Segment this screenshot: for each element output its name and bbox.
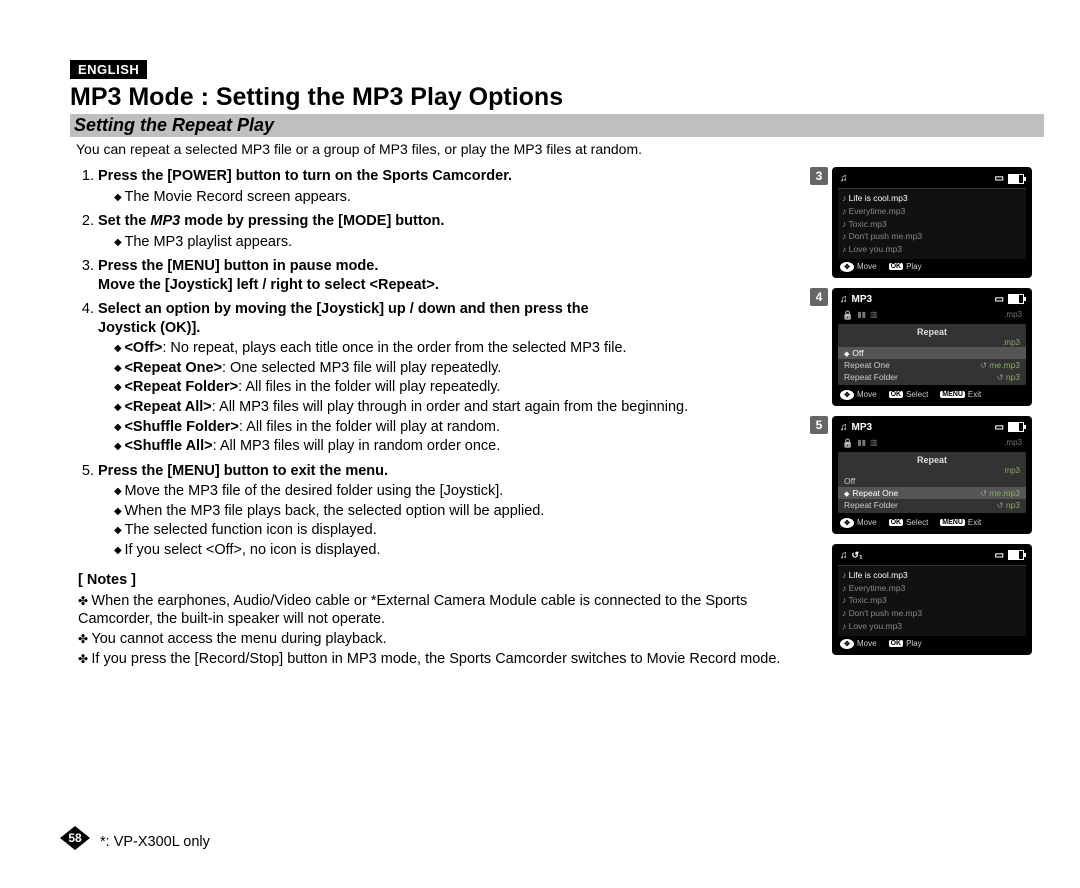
footer-move: ✥Move [840, 390, 877, 400]
screen-step-4-badge: 4 [810, 288, 828, 306]
step-4-title-line-1: Select an option by moving the [Joystick… [98, 300, 798, 319]
battery-icon [1008, 422, 1024, 432]
track-item: Love you.mp3 [842, 243, 1022, 256]
option-repeat-all: <Repeat All>: All MP3 files will play th… [114, 398, 798, 417]
footer-select: OKSelect [889, 518, 929, 528]
menu-item-repeat-folder: Repeat Folder np3 [838, 371, 1026, 383]
option-repeat-folder: <Repeat Folder>: All files in the folder… [114, 378, 798, 397]
device-screenshots: 3 Life is cool.mp3 Everytime.mp3 Toxic.m… [810, 167, 1040, 655]
intro-text: You can repeat a selected MP3 file or a … [76, 141, 1040, 157]
footer-select: OKSelect [889, 390, 929, 400]
track-item: Don't push me.mp3 [842, 230, 1022, 243]
music-icon [840, 173, 848, 184]
battery-icon [1008, 294, 1024, 304]
footer-move: ✥Move [840, 639, 877, 649]
section-title: Setting the Repeat Play [70, 114, 1044, 137]
option-repeat-one: <Repeat One>: One selected MP3 file will… [114, 359, 798, 378]
track-item: Love you.mp3 [842, 620, 1022, 633]
notes-heading: [ Notes ] [78, 571, 798, 590]
manual-page: ENGLISH MP3 Mode : Setting the MP3 Play … [0, 0, 1080, 888]
footer-play: OKPlay [889, 262, 922, 272]
footer-move: ✥Move [840, 518, 877, 528]
step-5-bullet-1: Move the MP3 file of the desired folder … [114, 482, 798, 501]
page-title: MP3 Mode : Setting the MP3 Play Options [70, 83, 1040, 112]
footer-exit: MENUExit [940, 518, 981, 528]
instruction-column: Press the [POWER] button to turn on the … [70, 167, 798, 669]
device-screen-4: MP3 ▮▮▥ .mp3 Repeat .mp3 Off Repeat One … [832, 288, 1032, 406]
track-item: Life is cool.mp3 [842, 569, 1022, 582]
menu-item-repeat-one: Repeat One me.mp3 [838, 487, 1026, 499]
bars-icon: ▮▮ [857, 310, 866, 321]
track-item: Everytime.mp3 [842, 205, 1022, 218]
battery-icon [1008, 174, 1024, 184]
music-icon [840, 422, 848, 433]
device-screen-5: MP3 ▮▮▥ .mp3 Repeat mp3 Off Repeat One m… [832, 416, 1032, 534]
option-off: <Off>: No repeat, plays each title once … [114, 339, 798, 358]
language-badge: ENGLISH [70, 60, 147, 79]
card-icon [995, 294, 1004, 305]
card-icon [995, 173, 1004, 184]
menu-item-off: Off [838, 347, 1026, 359]
screen-step-5-badge: 5 [810, 416, 828, 434]
menu-title: Repeat [838, 454, 1026, 466]
bars-icon: ▮▮ [857, 438, 866, 449]
music-icon [840, 550, 848, 561]
step-5-bullet-3: The selected function icon is displayed. [114, 521, 798, 540]
card-icon [995, 550, 1004, 561]
step-5-title: Press the [MENU] button to exit the menu… [98, 463, 388, 479]
step-3-title-line-1: Press the [MENU] button in pause mode. [98, 257, 798, 276]
lock-icon [842, 310, 853, 321]
step-2-title: Set the MP3 mode by pressing the [MODE] … [98, 213, 444, 229]
lock-icon [842, 438, 853, 449]
device-screen-playback: ↺₁ Life is cool.mp3 Everytime.mp3 Toxic.… [832, 544, 1032, 655]
step-2-bullet: The MP3 playlist appears. [114, 233, 798, 252]
footer-exit: MENUExit [940, 390, 981, 400]
menu-item-repeat-one: Repeat One me.mp3 [838, 359, 1026, 371]
card-icon [995, 422, 1004, 433]
option-shuffle-folder: <Shuffle Folder>: All files in the folde… [114, 418, 798, 437]
note-3: If you press the [Record/Stop] button in… [78, 650, 798, 669]
repeat-one-icon: ↺₁ [852, 550, 863, 561]
chart-icon: ▥ [870, 438, 878, 449]
note-2: You cannot access the menu during playba… [78, 630, 798, 649]
track-item: Everytime.mp3 [842, 582, 1022, 595]
note-1: When the earphones, Audio/Video cable or… [78, 592, 798, 629]
chart-icon: ▥ [870, 310, 878, 321]
menu-item-off: Off [838, 475, 1026, 487]
footer-move: ✥Move [840, 262, 877, 272]
step-1-title: Press the [POWER] button to turn on the … [98, 168, 512, 184]
step-5-bullet-4: If you select <Off>, no icon is displaye… [114, 541, 798, 560]
screen-step-3-badge: 3 [810, 167, 828, 185]
step-4-title-line-2: Joystick (OK)]. [98, 319, 798, 338]
page-number: 58 [60, 826, 90, 850]
battery-icon [1008, 550, 1024, 560]
footer-play: OKPlay [889, 639, 922, 649]
music-icon [840, 294, 848, 305]
option-shuffle-all: <Shuffle All>: All MP3 files will play i… [114, 437, 798, 456]
menu-item-repeat-folder: Repeat Folder np3 [838, 499, 1026, 511]
device-screen-3: Life is cool.mp3 Everytime.mp3 Toxic.mp3… [832, 167, 1032, 278]
step-5-bullet-2: When the MP3 file plays back, the select… [114, 502, 798, 521]
track-item: Toxic.mp3 [842, 218, 1022, 231]
menu-title: Repeat [838, 326, 1026, 338]
step-1-bullet: The Movie Record screen appears. [114, 188, 798, 207]
track-item: Life is cool.mp3 [842, 192, 1022, 205]
track-item: Toxic.mp3 [842, 594, 1022, 607]
step-3-title-line-2: Move the [Joystick] left / right to sele… [98, 276, 798, 295]
track-item: Don't push me.mp3 [842, 607, 1022, 620]
footnote: *: VP-X300L only [100, 834, 210, 850]
